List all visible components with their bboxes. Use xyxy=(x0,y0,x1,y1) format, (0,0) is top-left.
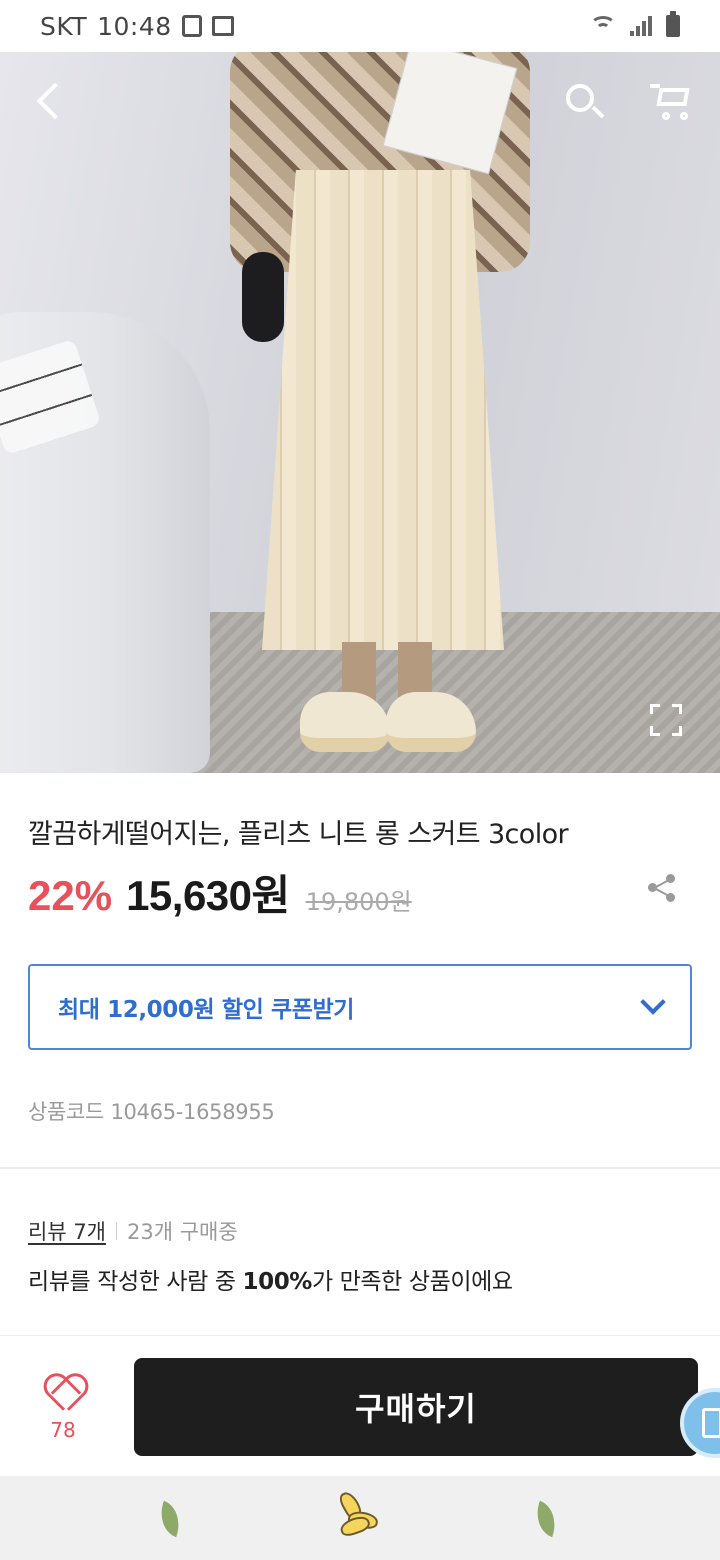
action-bar: 78 구매하기 xyxy=(0,1335,720,1475)
chevron-down-icon xyxy=(640,989,666,1015)
cart-icon[interactable] xyxy=(650,80,694,124)
coupon-button[interactable]: 최대 12,000원 할인 쿠폰받기 xyxy=(28,964,692,1050)
heart-icon xyxy=(43,1376,83,1412)
banana-icon[interactable] xyxy=(336,1489,384,1540)
product-title: 깔끔하게떨어지는, 플리츠 니트 롱 스커트 3color xyxy=(28,819,569,850)
battery-icon xyxy=(666,11,680,37)
leaf-icon-right[interactable] xyxy=(529,1500,563,1538)
review-row: 리뷰 7개 23개 구매중 xyxy=(28,1216,238,1246)
like-count: 78 xyxy=(50,1418,76,1442)
back-icon[interactable] xyxy=(30,82,70,122)
like-button[interactable]: 78 xyxy=(40,1376,86,1442)
satisfaction-prefix: 리뷰를 작성한 사람 중 xyxy=(28,1269,243,1295)
product-image[interactable] xyxy=(0,52,720,773)
original-price: 19,800원 xyxy=(305,888,412,916)
search-icon[interactable] xyxy=(562,80,606,124)
share-icon[interactable] xyxy=(648,874,676,902)
image-icon xyxy=(211,16,234,36)
sale-price: 15,630원 xyxy=(126,872,290,919)
carrier: SKT xyxy=(40,11,88,41)
expand-icon[interactable] xyxy=(650,704,682,736)
notification-icon xyxy=(181,15,202,37)
satisfaction-text: 리뷰를 작성한 사람 중 100%가 만족한 상품이에요 xyxy=(28,1262,513,1296)
price-row: 22% 15,630원 19,800원 xyxy=(28,862,412,923)
satisfaction-percent: 100% xyxy=(242,1269,312,1295)
purchase-count: 23개 구매중 xyxy=(127,1220,238,1244)
status-right xyxy=(590,11,680,37)
status-bar: SKT 10:48 xyxy=(0,0,720,52)
phone-icon xyxy=(702,1408,720,1438)
buy-button[interactable]: 구매하기 xyxy=(134,1358,698,1456)
product-code: 상품코드 10465-1658955 xyxy=(28,1100,275,1124)
discount-rate: 22% xyxy=(28,872,113,919)
satisfaction-suffix: 가 만족한 상품이에요 xyxy=(311,1269,513,1295)
clock: 10:48 xyxy=(97,11,172,41)
signal-icon xyxy=(630,16,652,36)
wifi-icon xyxy=(590,16,616,36)
review-separator xyxy=(116,1222,117,1240)
image-skirt xyxy=(262,170,504,650)
coupon-label: 최대 12,000원 할인 쿠폰받기 xyxy=(58,997,355,1023)
leaf-icon-left[interactable] xyxy=(153,1500,187,1538)
review-link[interactable]: 리뷰 7개 xyxy=(28,1216,106,1246)
status-left: SKT 10:48 xyxy=(40,12,234,41)
bottom-nav xyxy=(0,1476,720,1560)
image-bag xyxy=(242,252,284,342)
section-divider xyxy=(0,1167,720,1169)
